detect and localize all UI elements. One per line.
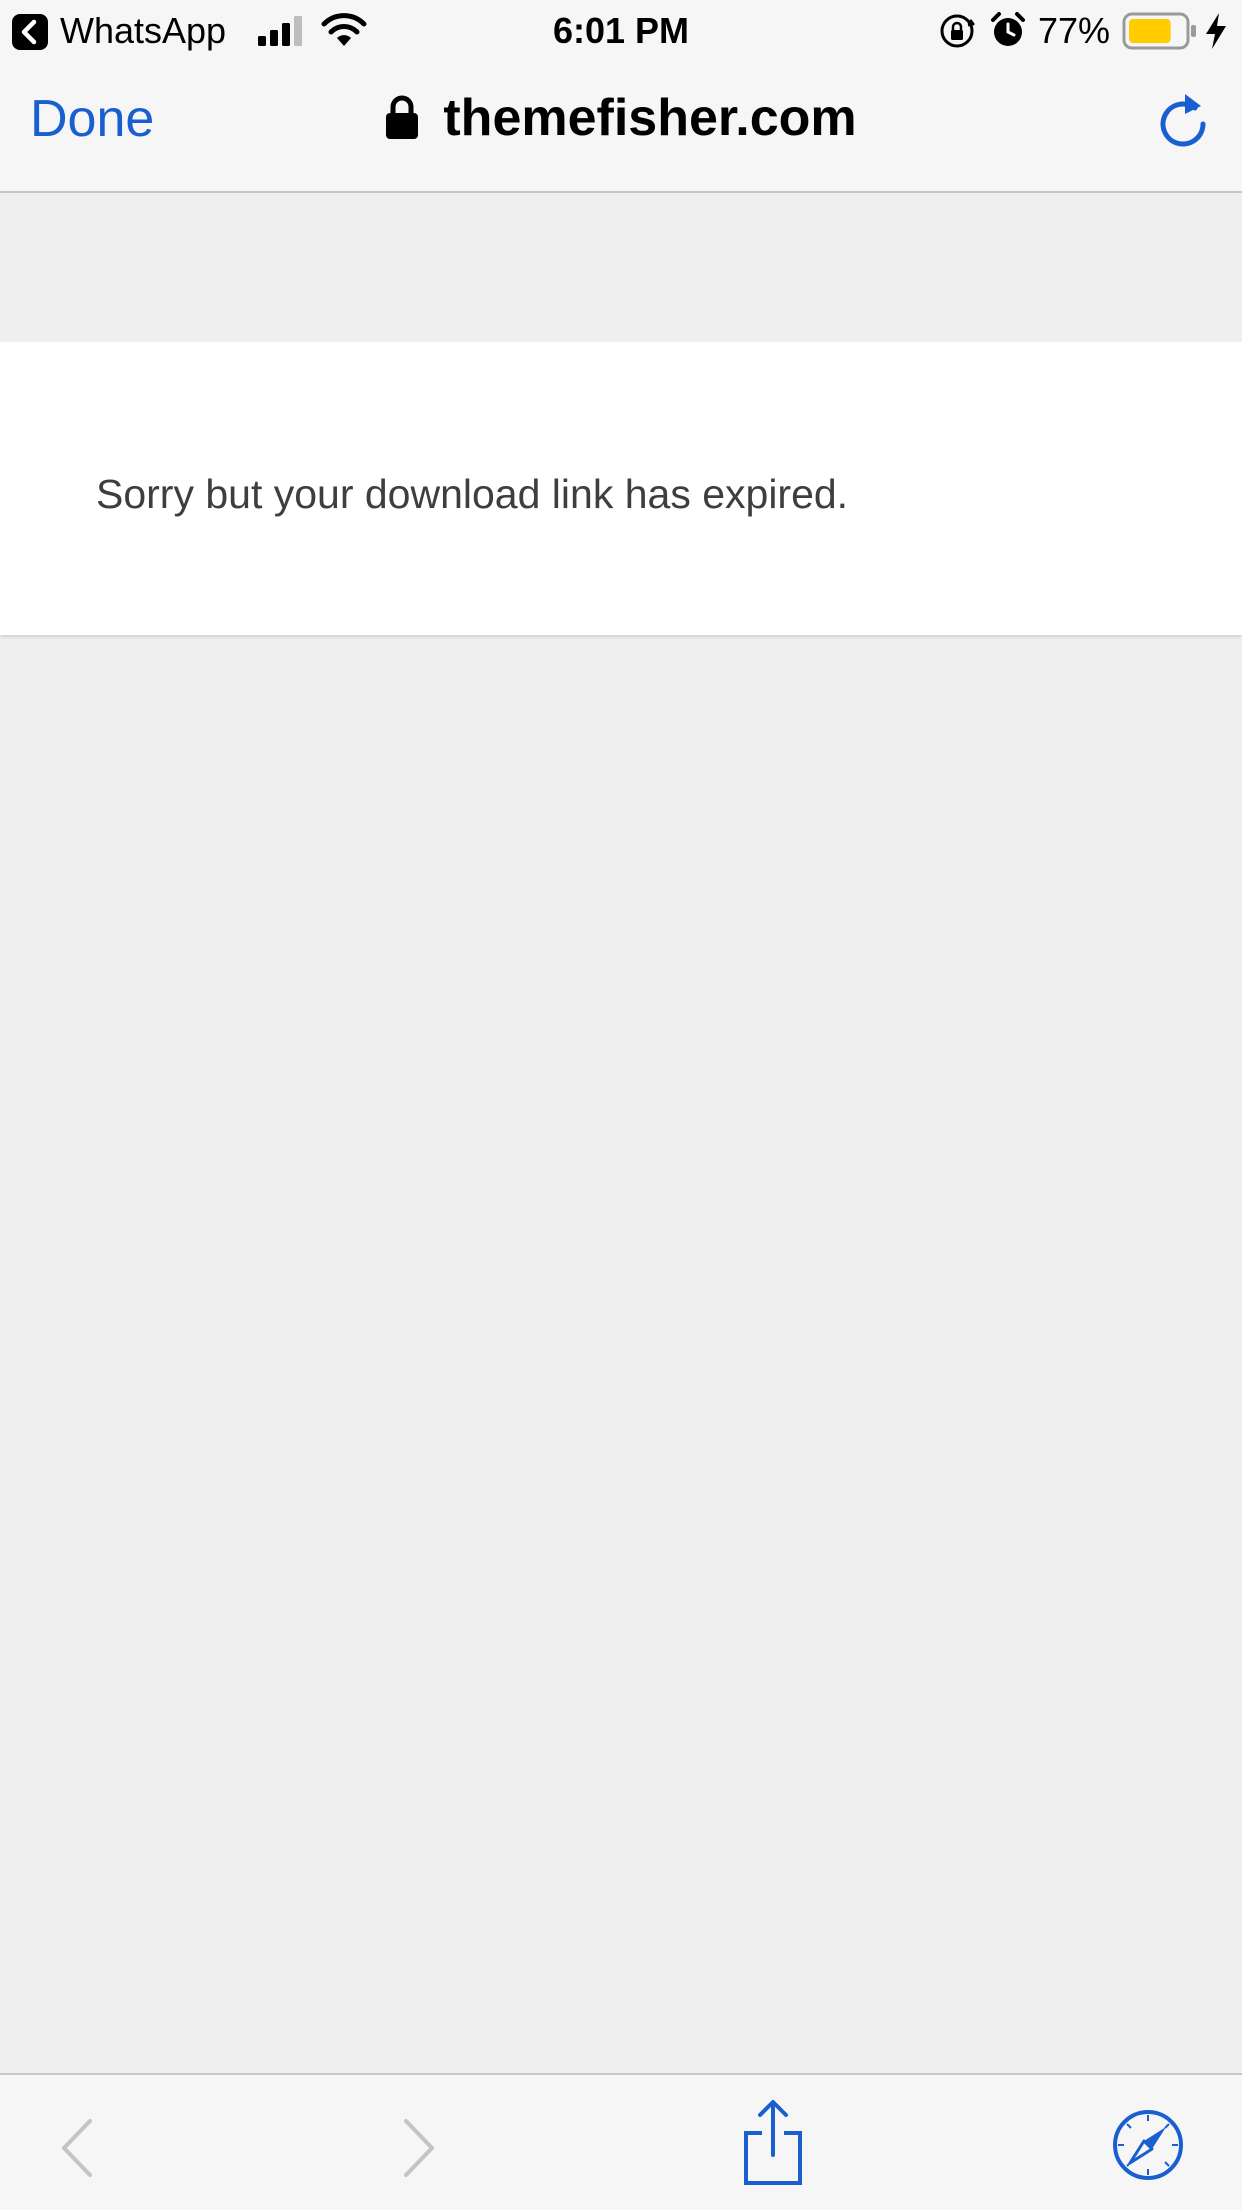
battery-percentage: 77% [1038, 10, 1111, 51]
safari-compass-icon[interactable] [1112, 2109, 1184, 2181]
lock-icon [386, 95, 419, 140]
battery-icon [1122, 12, 1196, 50]
share-icon[interactable] [742, 2099, 804, 2185]
status-bar: WhatsApp 6:01 PM 77% [0, 0, 1242, 60]
address-bar[interactable]: themefisher.com [0, 87, 1242, 149]
alarm-icon [991, 12, 1025, 46]
message-card: Sorry but your download link has expired… [0, 342, 1242, 635]
page-header-strip [0, 193, 1242, 341]
browser-toolbar [0, 2073, 1242, 2210]
orientation-lock-icon [940, 14, 975, 48]
reload-icon[interactable] [1155, 88, 1211, 148]
browser-nav-bar: Done themefisher.com [0, 60, 1242, 193]
expired-link-message: Sorry but your download link has expired… [96, 471, 849, 517]
url-text: themefisher.com [443, 89, 857, 147]
charging-bolt-icon [1206, 13, 1226, 49]
back-arrow-icon[interactable] [58, 2117, 98, 2179]
forward-arrow-icon[interactable] [398, 2117, 438, 2179]
